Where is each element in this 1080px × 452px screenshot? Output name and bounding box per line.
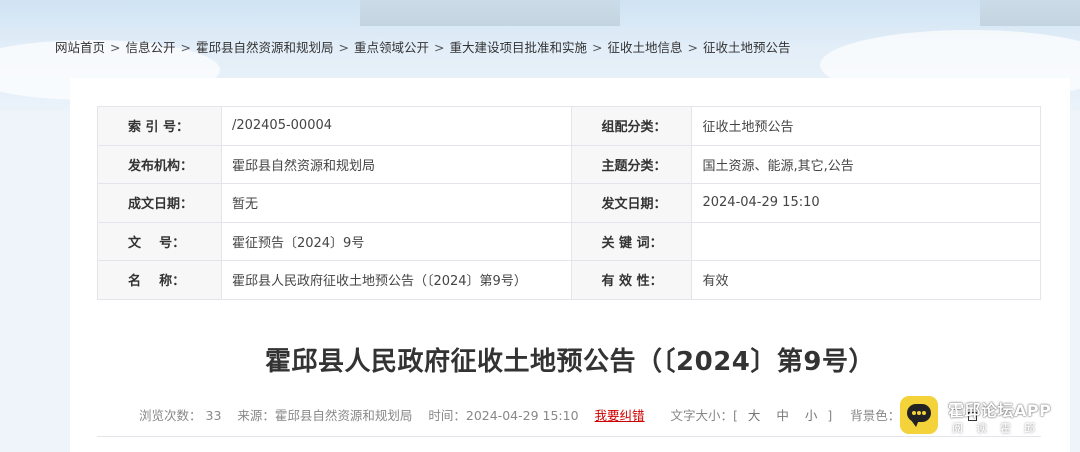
table-row: 发布机构： 霍邱县自然资源和规划局 主题分类： 国土资源、能源,其它,公告	[97, 144, 1041, 184]
breadcrumb: 网站首页 > 信息公开 > 霍邱县自然资源和规划局 > 重点领域公开 > 重大建设项目批准和实施…	[55, 37, 791, 56]
meta-key-category: 组配分类：	[570, 106, 693, 146]
breadcrumb-separator: >	[434, 40, 445, 55]
font-size-large-button[interactable]: 大	[748, 408, 761, 423]
meta-value-name: 霍邱县人民政府征收土地预公告（〔2024〕第9号）	[220, 260, 572, 300]
meta-value-publisher: 霍邱县自然资源和规划局	[220, 144, 572, 184]
font-size-small-button[interactable]: 小	[805, 408, 818, 423]
meta-key-name: 名 称：	[97, 260, 222, 300]
article-info-bar: 浏览次数： 33 来源：霍邱县自然资源和规划局 时间：2024-04-29 15:…	[139, 405, 978, 424]
view-count: 浏览次数： 33	[139, 408, 221, 423]
meta-key-validity: 有 效 性：	[570, 260, 693, 300]
report-error-link[interactable]: 我要纠错	[595, 408, 645, 423]
table-row: 成文日期： 暂无 发文日期： 2024-04-29 15:10	[97, 183, 1041, 223]
meta-value-validity: 有效	[691, 260, 1041, 300]
meta-value-written-date: 暂无	[220, 183, 572, 223]
source-text: 来源：霍邱县自然资源和规划局	[237, 408, 413, 423]
meta-key-publisher: 发布机构：	[97, 144, 222, 184]
meta-key-index: 索 引 号：	[97, 106, 222, 146]
dot-icon	[922, 411, 926, 415]
breadcrumb-separator: >	[110, 40, 121, 55]
breadcrumb-item-bureau[interactable]: 霍邱县自然资源和规划局	[196, 40, 334, 55]
table-row: 文 号： 霍征预告〔2024〕9号 关 键 词：	[97, 221, 1041, 261]
meta-value-index: /202405-00004	[220, 106, 572, 146]
view-count-label: 浏览次数：	[139, 408, 202, 423]
dot-icon	[917, 411, 921, 415]
font-size-label: 文字大小：[	[670, 408, 738, 423]
meta-key-topic: 主题分类：	[570, 144, 693, 184]
breadcrumb-separator: >	[592, 40, 603, 55]
meta-key-doc-number: 文 号：	[97, 221, 222, 261]
breadcrumb-item-info-open[interactable]: 信息公开	[126, 40, 176, 55]
meta-value-issue-date: 2024-04-29 15:10	[691, 183, 1041, 223]
breadcrumb-item-land-info[interactable]: 征收土地信息	[608, 40, 683, 55]
breadcrumb-item-key-areas[interactable]: 重点领域公开	[354, 40, 429, 55]
meta-key-issue-date: 发文日期：	[570, 183, 693, 223]
table-row: 名 称： 霍邱县人民政府征收土地预公告（〔2024〕第9号） 有 效 性： 有效	[97, 260, 1041, 300]
breadcrumb-item-major-projects[interactable]: 重大建设项目批准和实施	[450, 40, 588, 55]
table-row: 索 引 号： /202405-00004 组配分类： 征收土地预公告	[97, 106, 1041, 146]
breadcrumb-item-current[interactable]: 征收土地预公告	[703, 40, 791, 55]
breadcrumb-separator: >	[338, 40, 349, 55]
breadcrumb-separator: >	[687, 40, 698, 55]
watermark-title: 霍邱论坛APP	[948, 401, 1052, 420]
watermark-subtitle: 阅读霍邱	[952, 422, 1048, 435]
background-color-label: 背景色：	[850, 408, 901, 423]
dot-icon	[912, 411, 916, 415]
meta-value-keywords	[691, 221, 1041, 261]
building-decoration	[980, 0, 1080, 26]
font-size-medium-button[interactable]: 中	[776, 408, 789, 423]
meta-value-topic: 国土资源、能源,其它,公告	[691, 144, 1041, 184]
font-size-end: ]	[827, 408, 833, 423]
meta-value-category: 征收土地预公告	[691, 106, 1041, 146]
watermark: 霍邱论坛APP 阅读霍邱	[900, 394, 1075, 444]
forum-logo-icon	[900, 396, 938, 434]
breadcrumb-item-home[interactable]: 网站首页	[55, 40, 105, 55]
meta-key-keywords: 关 键 词：	[570, 221, 693, 261]
breadcrumb-separator: >	[180, 40, 191, 55]
meta-value-doc-number: 霍征预告〔2024〕9号	[220, 221, 572, 261]
metadata-table: 索 引 号： /202405-00004 组配分类： 征收土地预公告 发布机构：…	[97, 106, 1041, 300]
building-decoration	[360, 0, 620, 26]
meta-key-written-date: 成文日期：	[97, 183, 222, 223]
view-count-value: 33	[205, 408, 222, 423]
page-title: 霍邱县人民政府征收土地预公告（〔2024〕第9号）	[265, 347, 875, 377]
publish-time: 时间：2024-04-29 15:10	[428, 408, 579, 423]
